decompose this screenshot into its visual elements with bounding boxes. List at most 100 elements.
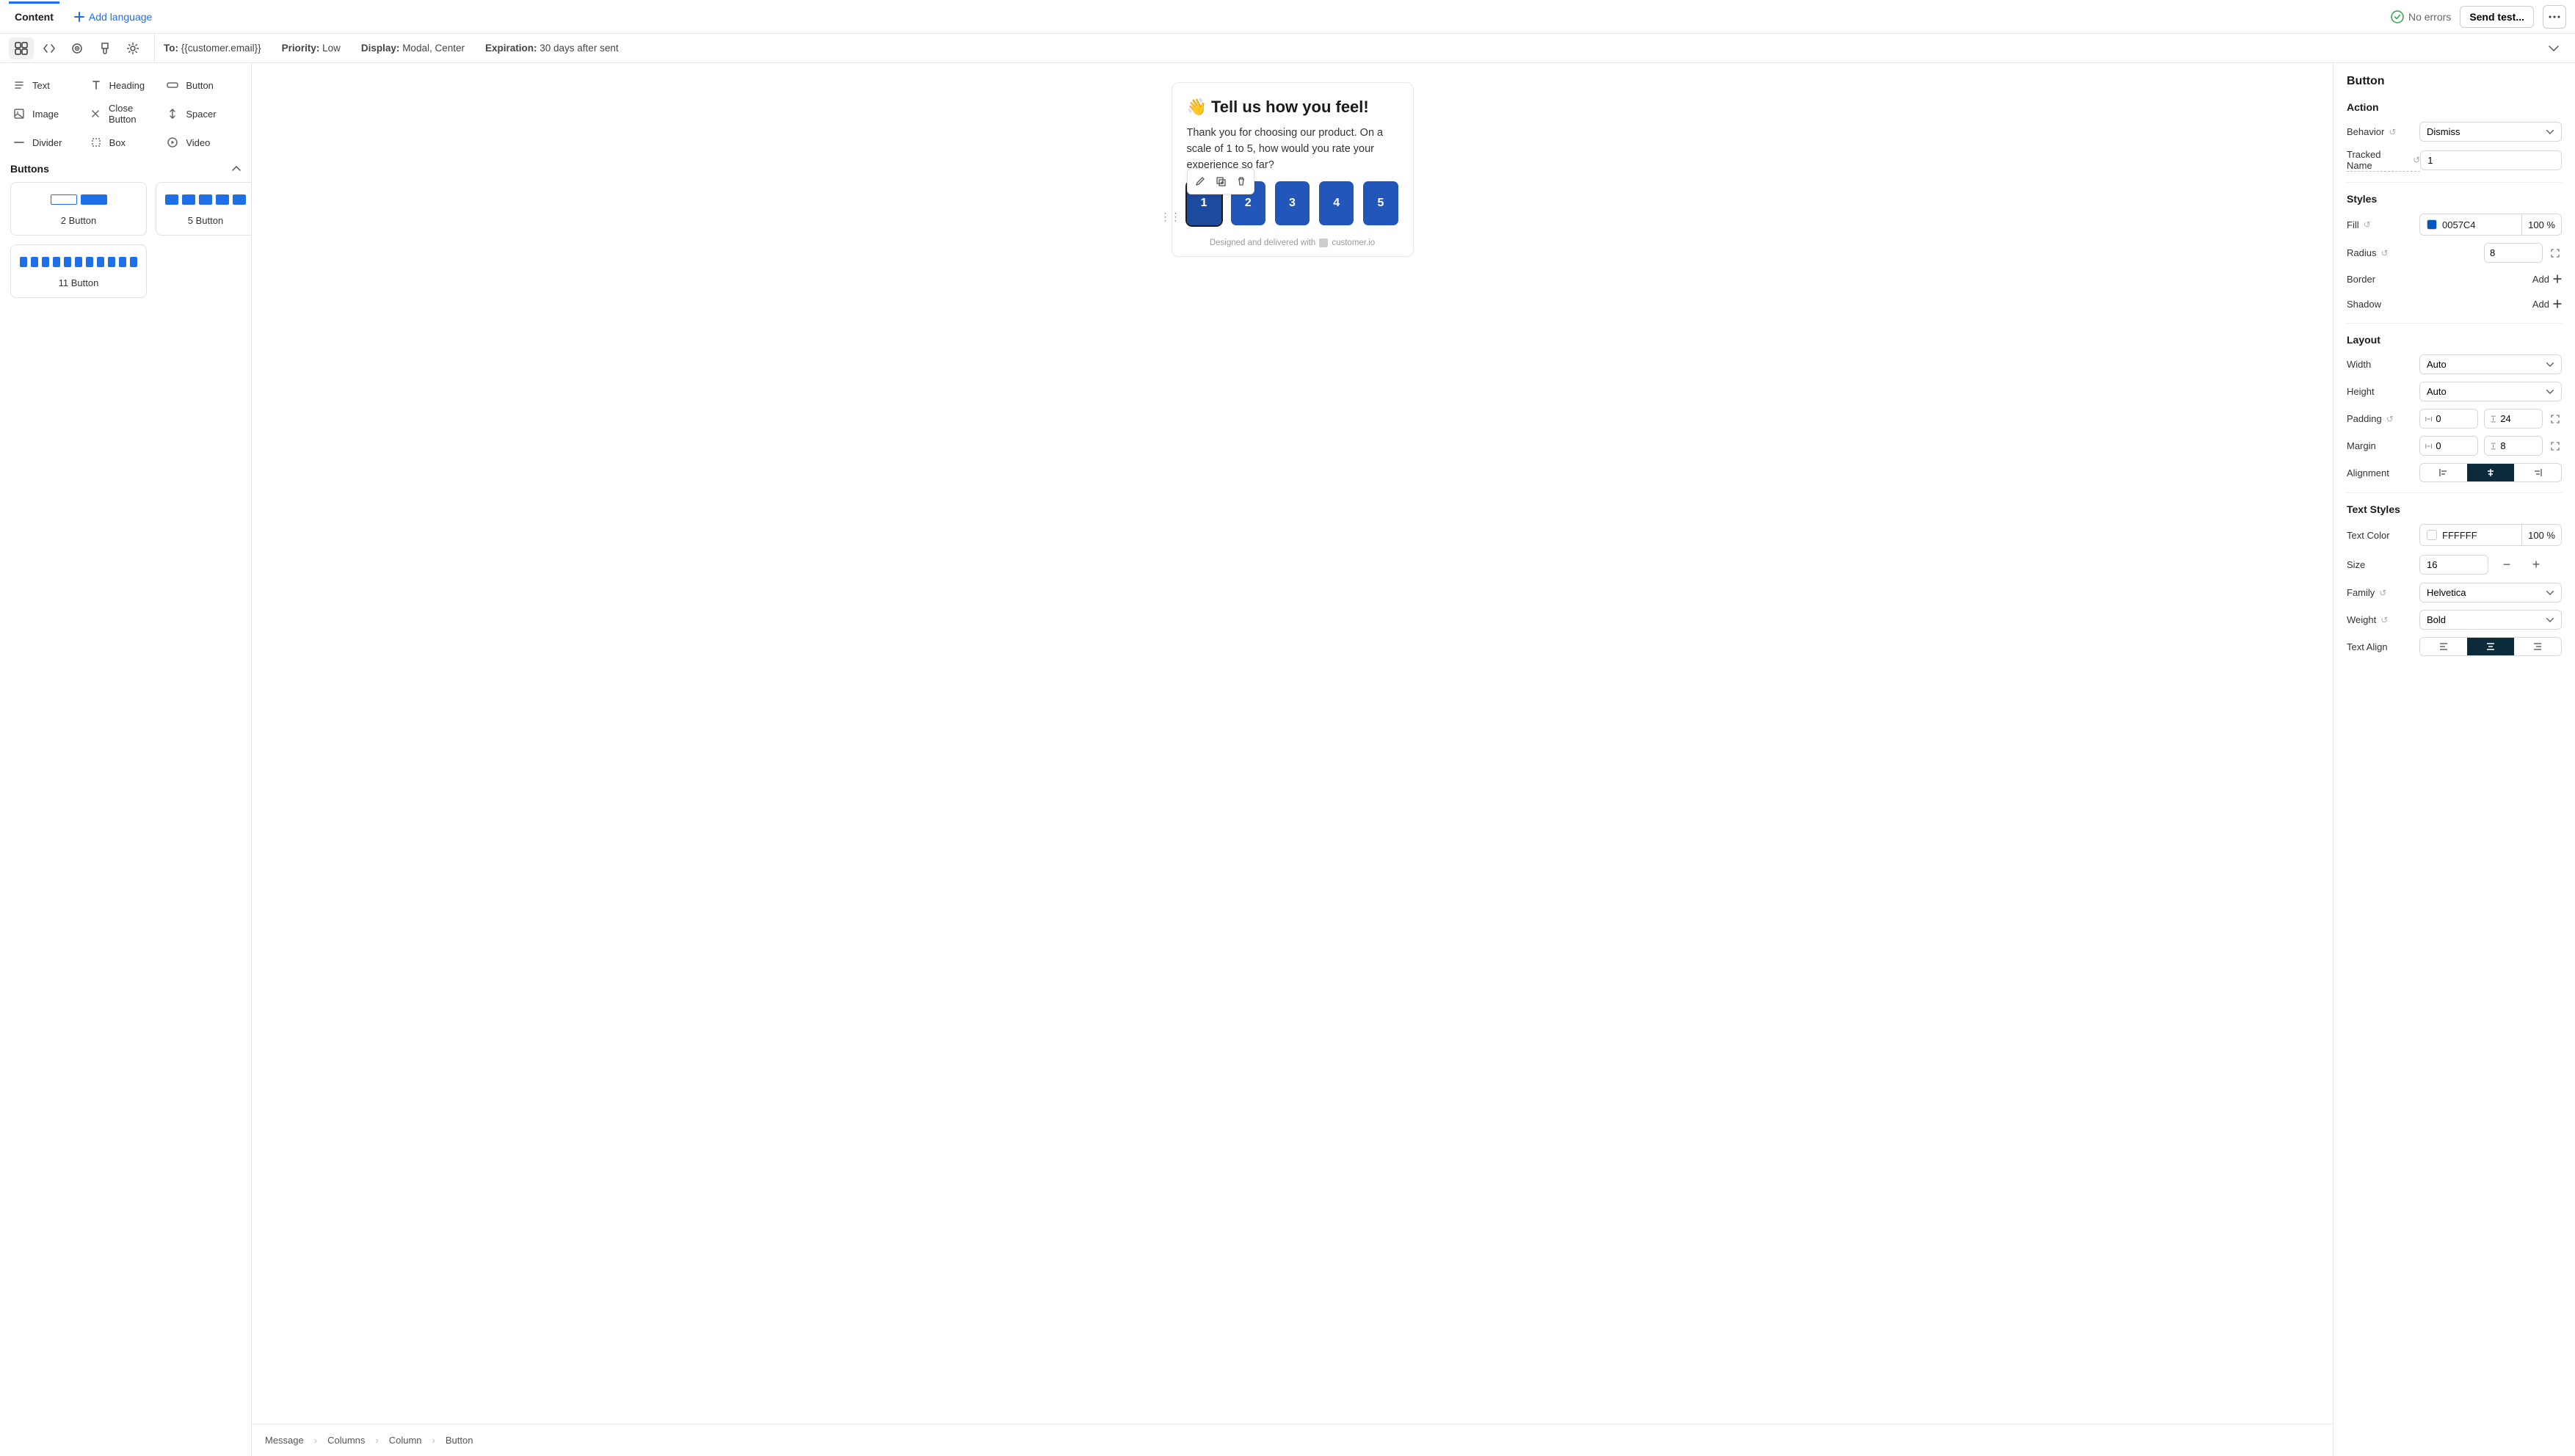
preset-11-button[interactable]: 11 Button (10, 244, 147, 298)
reset-icon[interactable]: ↺ (2380, 248, 2388, 258)
size-input[interactable] (2419, 555, 2488, 575)
radius-input[interactable] (2490, 247, 2537, 258)
size-increment-button[interactable]: + (2525, 553, 2547, 575)
reset-icon[interactable]: ↺ (2380, 615, 2388, 625)
align-right-button[interactable] (2514, 464, 2561, 481)
right-panel: Button Action Behavior↺ Dismiss Tracked … (2333, 63, 2575, 1456)
spacer-icon (167, 108, 178, 120)
margin-h-input[interactable] (2436, 440, 2472, 451)
rating-button-3[interactable]: 3 (1275, 181, 1310, 225)
view-code-button[interactable] (37, 37, 62, 59)
component-spacer[interactable]: Spacer (164, 97, 241, 131)
canvas-area[interactable]: 👋 Tell us how you feel! Thank you for ch… (252, 63, 2333, 1424)
expand-margin-button[interactable] (2549, 440, 2562, 453)
crumb-columns[interactable]: Columns (327, 1435, 365, 1446)
styles-heading: Styles (2347, 193, 2562, 205)
component-divider[interactable]: Divider (10, 131, 87, 154)
weight-label: Weight↺ (2347, 614, 2388, 625)
add-border-button[interactable]: Add (2532, 274, 2562, 285)
reset-icon[interactable]: ↺ (2379, 588, 2386, 598)
chevron-up-icon (232, 166, 241, 172)
text-align-center-button[interactable] (2467, 638, 2514, 655)
behavior-select[interactable]: Dismiss (2419, 122, 2562, 142)
delete-button[interactable] (1232, 172, 1251, 191)
view-styles-button[interactable] (92, 37, 117, 59)
width-select[interactable]: Auto (2419, 354, 2562, 374)
preset-visual (20, 257, 137, 267)
preset-5-button[interactable]: 5 Button (156, 182, 252, 236)
shadow-label: Shadow (2347, 299, 2381, 310)
expand-padding-button[interactable] (2549, 412, 2562, 426)
view-blocks-button[interactable] (9, 37, 34, 59)
component-heading[interactable]: Heading (87, 73, 164, 97)
rating-button-5[interactable]: 5 (1363, 181, 1398, 225)
expand-radius-button[interactable] (2549, 247, 2562, 260)
align-left-button[interactable] (2420, 464, 2467, 481)
video-icon (167, 136, 178, 148)
text-align-left-button[interactable] (2420, 638, 2467, 655)
margin-v-input[interactable] (2500, 440, 2537, 451)
fill-swatch[interactable] (2427, 219, 2437, 230)
tracked-name-input[interactable] (2420, 150, 2562, 170)
plus-icon (2553, 274, 2562, 283)
align-center-button[interactable] (2467, 464, 2514, 481)
text-color-swatch[interactable] (2427, 530, 2437, 540)
drag-handle[interactable]: ⋮⋮ (1161, 211, 1181, 223)
component-button[interactable]: Button (164, 73, 241, 97)
crumb-column[interactable]: Column (389, 1435, 422, 1446)
duplicate-icon (1216, 176, 1226, 186)
align-center-icon (2485, 467, 2496, 478)
modal-title[interactable]: 👋 Tell us how you feel! (1187, 98, 1398, 117)
reset-icon[interactable]: ↺ (2389, 127, 2396, 137)
breadcrumb: Message › Columns › Column › Button (252, 1424, 2333, 1456)
component-close-button[interactable]: Close Button (87, 97, 164, 131)
view-settings-button[interactable] (120, 37, 145, 59)
view-preview-button[interactable] (65, 37, 90, 59)
duplicate-button[interactable] (1211, 172, 1230, 191)
text-align-right-button[interactable] (2514, 638, 2561, 655)
toolbar-separator (154, 34, 155, 63)
expand-meta-button[interactable] (2541, 37, 2566, 59)
component-text[interactable]: Text (10, 73, 87, 97)
padding-v-input[interactable] (2500, 413, 2537, 424)
heading-icon (90, 79, 102, 91)
align-left-icon (2438, 467, 2449, 478)
preset-2-button[interactable]: 2 Button (10, 182, 147, 236)
component-box[interactable]: Box (87, 131, 164, 154)
reset-icon[interactable]: ↺ (2364, 219, 2371, 230)
add-shadow-button[interactable]: Add (2532, 299, 2562, 310)
reset-icon[interactable]: ↺ (2386, 414, 2394, 424)
rating-button-4[interactable]: 4 (1319, 181, 1354, 225)
edit-button[interactable] (1191, 172, 1210, 191)
component-video[interactable]: Video (164, 131, 241, 154)
family-select[interactable]: Helvetica (2419, 583, 2562, 603)
add-language-button[interactable]: Add language (68, 5, 158, 29)
text-color-input[interactable]: FFFFFF 100 % (2419, 524, 2562, 546)
preset-visual (165, 194, 246, 205)
modal-body[interactable]: Thank you for choosing our product. On a… (1187, 125, 1398, 170)
image-icon (13, 108, 25, 120)
buttons-section-header[interactable]: Buttons (10, 163, 241, 175)
component-image[interactable]: Image (10, 97, 87, 131)
padding-h-input[interactable] (2436, 413, 2472, 424)
tab-content[interactable]: Content (9, 2, 59, 32)
crumb-button[interactable]: Button (446, 1435, 473, 1446)
modal-card[interactable]: 👋 Tell us how you feel! Thank you for ch… (1172, 82, 1414, 257)
ellipsis-icon (2549, 15, 2560, 18)
weight-select[interactable]: Bold (2419, 610, 2562, 630)
height-select[interactable]: Auto (2419, 382, 2562, 401)
reset-icon[interactable]: ↺ (2413, 155, 2420, 165)
crumb-message[interactable]: Message (265, 1435, 304, 1446)
customerio-logo-icon (1319, 239, 1328, 247)
send-test-button[interactable]: Send test... (2460, 6, 2534, 28)
more-menu-button[interactable] (2543, 5, 2566, 29)
fill-color-input[interactable]: 0057C4 100 % (2419, 214, 2562, 236)
meta-expiration: Expiration: 30 days after sent (485, 43, 619, 54)
tabs-right: No errors Send test... (2391, 5, 2566, 29)
size-decrement-button[interactable]: − (2496, 553, 2518, 575)
layout-heading: Layout (2347, 334, 2562, 346)
buttons-presets: 2 Button 5 Button 11 Button (10, 182, 241, 298)
margin-label: Margin (2347, 440, 2376, 451)
pencil-icon (1195, 176, 1205, 186)
check-circle-icon (2391, 10, 2404, 23)
